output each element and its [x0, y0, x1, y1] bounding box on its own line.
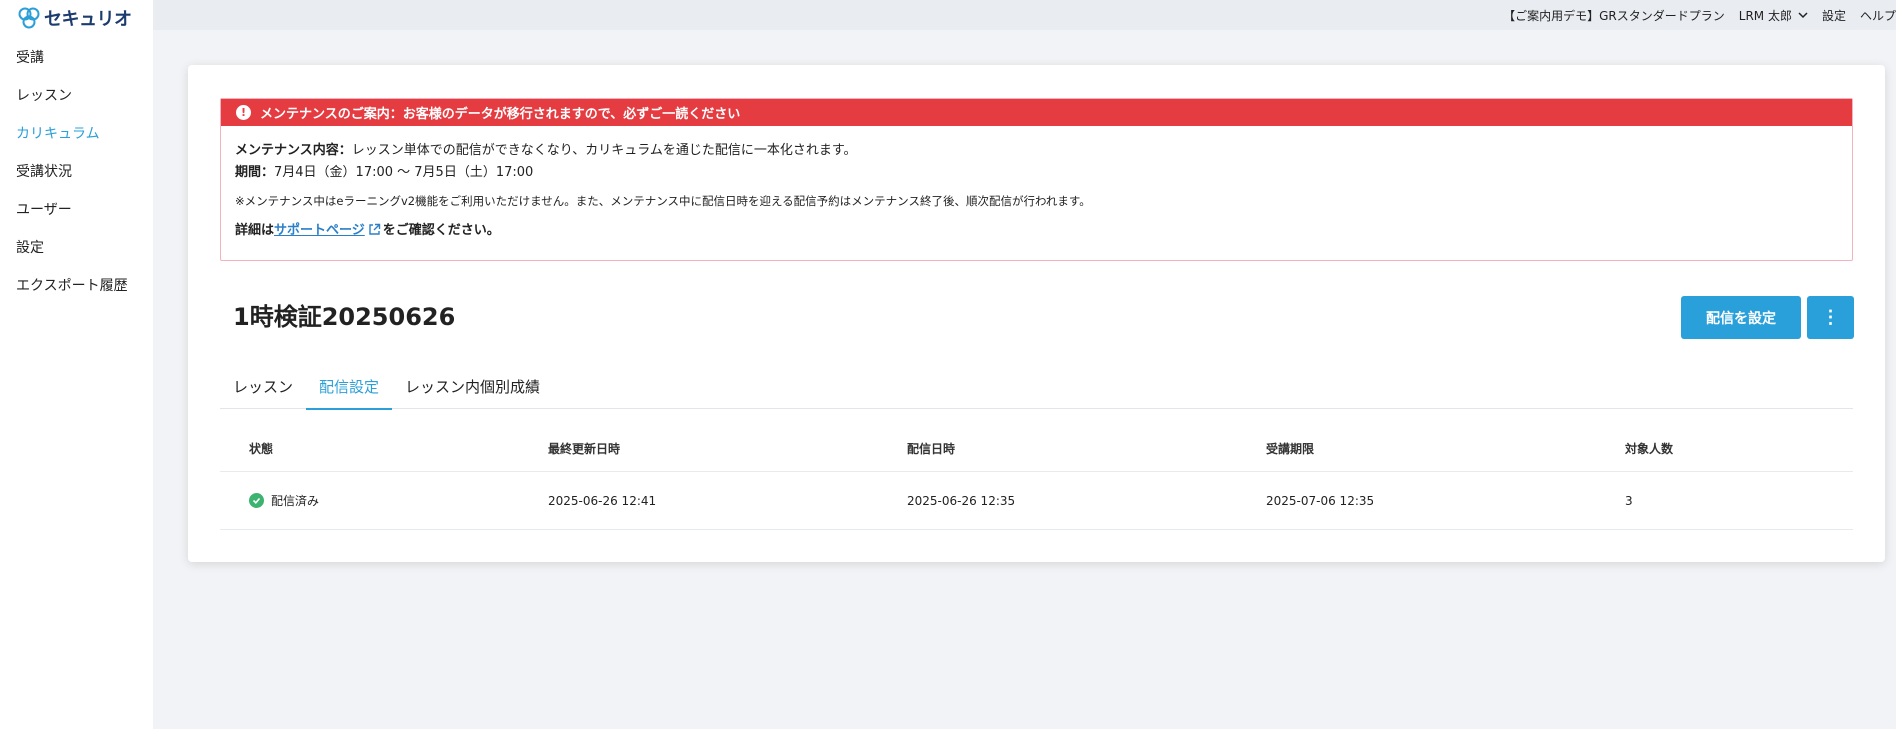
user-menu[interactable]: LRM 太郎 — [1739, 7, 1808, 24]
help-link[interactable]: ヘルプ — [1860, 7, 1896, 24]
notice-period-label: 期間： — [235, 165, 275, 180]
plan-label: 【ご案内用デモ】GRスタンダードプラン — [1503, 8, 1725, 23]
tab-lessons[interactable]: レッスン — [220, 364, 306, 409]
sidebar: セキュリオ 受講 レッスン カリキュラム 受講状況 ユーザー 設定 エクスポート… — [0, 0, 153, 729]
tab-bar: レッスン 配信設定 レッスン内個別成績 — [220, 364, 1853, 410]
settings-link[interactable]: 設定 — [1822, 7, 1846, 24]
notice-body: メンテナンス内容：レッスン単体での配信ができなくなり、カリキュラムを通じた配信に… — [221, 126, 1852, 242]
cell-status: 配信済み — [220, 492, 519, 509]
sidebar-item-settings[interactable]: 設定 — [0, 228, 153, 266]
notice-content-line: メンテナンス内容：レッスン単体での配信ができなくなり、カリキュラムを通じた配信に… — [235, 140, 1838, 162]
logo-icon — [18, 7, 40, 29]
more-vertical-icon: ⋮ — [1821, 307, 1840, 327]
table-header: 状態 最終更新日時 配信日時 受講期限 対象人数 — [220, 426, 1853, 472]
sidebar-item-curriculum[interactable]: カリキュラム — [0, 114, 153, 152]
more-options-button[interactable]: ⋮ — [1807, 296, 1854, 339]
cell-delivered: 2025-06-26 12:35 — [907, 493, 1016, 508]
external-link-icon[interactable] — [368, 223, 381, 236]
header-updated: 最終更新日時 — [548, 442, 621, 456]
notice-note: ※メンテナンス中はeラーニングv2機能をご利用いただけません。また、メンテナンス… — [235, 194, 1091, 208]
table-row[interactable]: 配信済み 2025-06-26 12:41 2025-06-26 12:35 2… — [220, 472, 1853, 530]
notice-detail-line: 詳細はサポートページ をご確認ください。 — [235, 220, 1838, 242]
header-count: 対象人数 — [1625, 442, 1674, 456]
header-deadline: 受講期限 — [1266, 442, 1315, 456]
check-circle-icon — [249, 493, 264, 508]
delivery-table: 状態 最終更新日時 配信日時 受講期限 対象人数 配信済み 2025-06-26… — [220, 426, 1853, 530]
top-bar: 【ご案内用デモ】GRスタンダードプラン LRM 太郎 設定 ヘルプ — [153, 0, 1896, 30]
sidebar-item-users[interactable]: ユーザー — [0, 190, 153, 228]
logo[interactable]: セキュリオ — [17, 6, 132, 30]
sidebar-item-jukou[interactable]: 受講 — [0, 38, 153, 76]
notice-content-text: レッスン単体での配信ができなくなり、カリキュラムを通じた配信に一本化されます。 — [351, 143, 857, 158]
tab-delivery-settings[interactable]: 配信設定 — [306, 364, 393, 410]
sidebar-nav: 受講 レッスン カリキュラム 受講状況 ユーザー 設定 エクスポート履歴 — [0, 38, 153, 304]
support-page-link[interactable]: サポートページ — [274, 223, 365, 238]
sidebar-item-lessons[interactable]: レッスン — [0, 76, 153, 114]
tab-individual-scores[interactable]: レッスン内個別成績 — [392, 364, 553, 409]
notice-detail-suffix: をご確認ください。 — [382, 223, 500, 238]
notice-period-text: 7月4日（金）17:00 ～ 7月5日（土）17:00 — [274, 165, 534, 180]
set-delivery-button[interactable]: 配信を設定 — [1681, 296, 1801, 339]
header-status: 状態 — [249, 442, 274, 456]
cell-updated: 2025-06-26 12:41 — [548, 493, 657, 508]
cell-count: 3 — [1625, 493, 1633, 508]
header-delivered: 配信日時 — [907, 442, 956, 456]
sidebar-item-export-history[interactable]: エクスポート履歴 — [0, 266, 153, 304]
maintenance-notice: ! メンテナンスのご案内：お客様のデータが移行されますので、必ずご一読ください … — [220, 98, 1853, 261]
status-text: 配信済み — [271, 494, 320, 508]
main-card: ! メンテナンスのご案内：お客様のデータが移行されますので、必ずご一読ください … — [188, 65, 1885, 562]
chevron-down-icon — [1798, 12, 1808, 19]
notice-detail-prefix: 詳細は — [235, 223, 275, 238]
logo-text: セキュリオ — [44, 9, 132, 30]
user-name: LRM 太郎 — [1738, 8, 1792, 23]
notice-content-label: メンテナンス内容： — [235, 143, 352, 158]
alert-icon: ! — [236, 105, 251, 120]
cell-deadline: 2025-07-06 12:35 — [1266, 493, 1375, 508]
notice-period-line: 期間：7月4日（金）17:00 ～ 7月5日（土）17:00 — [235, 162, 1838, 184]
page-title: 1時検証20250626 — [233, 303, 456, 331]
notice-title: メンテナンスのご案内：お客様のデータが移行されますので、必ずご一読ください — [260, 107, 741, 122]
notice-header: ! メンテナンスのご案内：お客様のデータが移行されますので、必ずご一読ください — [221, 99, 1852, 126]
sidebar-item-progress[interactable]: 受講状況 — [0, 152, 153, 190]
page-title-row: 1時検証20250626 — [233, 297, 455, 332]
